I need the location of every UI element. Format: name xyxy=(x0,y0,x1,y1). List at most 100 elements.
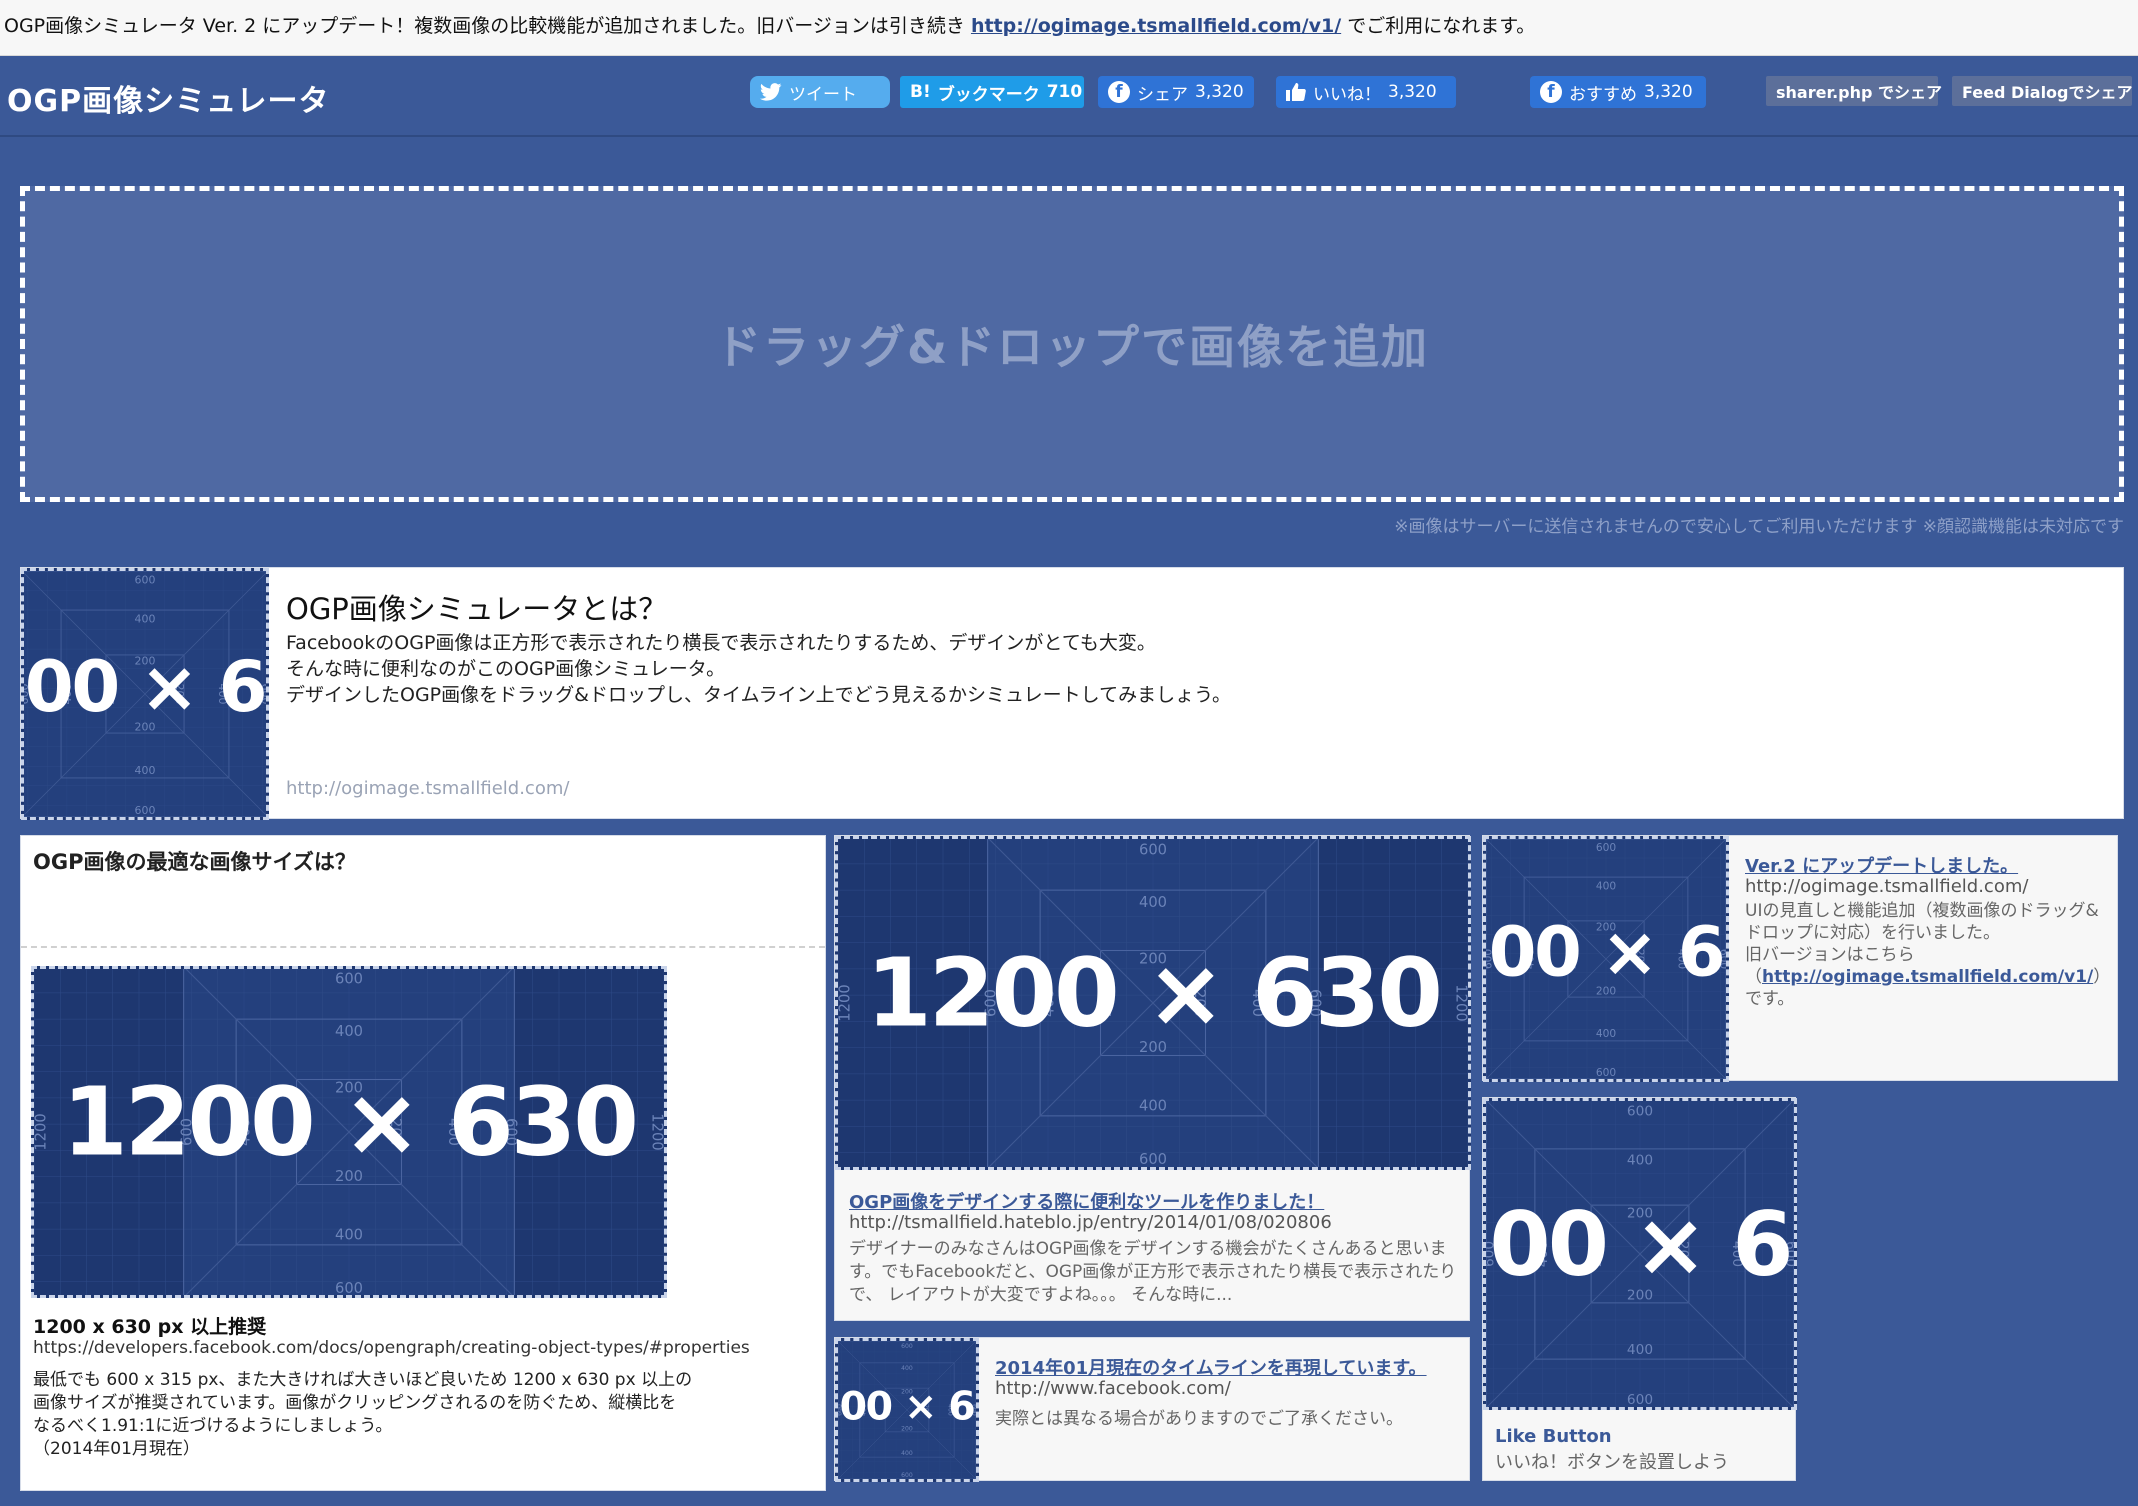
og-image-tick-label: 400 xyxy=(135,764,156,777)
share-count: 3,320 xyxy=(1195,82,1244,102)
facebook-icon: f xyxy=(1540,81,1562,103)
post-description: デザイナーのみなさんはOGP画像をデザインする機会がたくさんあると思います。でも… xyxy=(849,1239,1457,1305)
og-image-tick-label: 1200 xyxy=(34,1113,50,1150)
facebook-icon: f xyxy=(1108,81,1130,103)
size-card: OGP画像の最適な画像サイズは？ 600 400 200 200 400 600 200 20… xyxy=(20,835,826,1491)
og-image-tick-label: 600 xyxy=(1139,841,1167,858)
feed-dialog-button[interactable]: Feed Dialogでシェア xyxy=(1952,76,2133,106)
og-image-tick-label: 1200 xyxy=(838,984,854,1021)
og-image-tick-label: 1200 xyxy=(1452,984,1468,1021)
og-image-tick-label: 400 xyxy=(1596,1027,1617,1040)
tweet-label: ツイート xyxy=(789,84,857,105)
facebook-share-button[interactable]: f シェア 3,320 xyxy=(1098,76,1254,108)
og-image-tick-label: 600 xyxy=(335,1280,363,1295)
timeline-post-large: 600 400 200 200 400 600 200 200 400 400 600 600 1200… xyxy=(834,835,1471,1321)
intro-url: http://ogimage.tsmallfield.com/ xyxy=(286,778,570,799)
og-image-tick-label: 400 xyxy=(901,1365,913,1372)
notice-text: OGP画像シミュレータ Ver. 2 にアップデート！複数画像の比較機能が追加さ… xyxy=(4,15,971,37)
og-image-thumbnail: 6004002002004006002002004004006006001200… xyxy=(835,1338,979,1482)
recommend-count: 3,320 xyxy=(1644,82,1693,102)
size-desc-text: 最低でも 600 x 315 px、また大きければ大きいほど良いため 1200 … xyxy=(33,1370,693,1436)
timeline-post-medium: 6004002002004006002002004004006006001200… xyxy=(1482,835,2118,1082)
facebook-like-button[interactable]: いいね！ 3,320 xyxy=(1276,76,1456,108)
timeline-post-small: 6004002002004006002002004004006006001200… xyxy=(834,1337,1470,1482)
update-notice: OGP画像シミュレータ Ver. 2 にアップデート！複数画像の比較機能が追加さ… xyxy=(0,0,2138,56)
notice-suffix: でご利用になれます。 xyxy=(1341,15,1536,37)
og-image-tick-label: 400 xyxy=(1627,1342,1653,1358)
og-image-placeholder: 6004002002004006002002004004006006001200… xyxy=(838,1341,976,1479)
post-url: http://ogimage.tsmallfield.com/ xyxy=(1745,876,2029,897)
post-url: http://www.facebook.com/ xyxy=(995,1378,1231,1399)
og-image-tick-label: 600 xyxy=(1596,841,1617,854)
og-image-tick-label: 600 xyxy=(1596,1066,1617,1079)
hatena-bookmark-button[interactable]: B! ブックマーク 710 xyxy=(900,76,1084,108)
og-image-tick-label: 600 xyxy=(901,1343,913,1350)
post-title-link[interactable]: OGP画像をデザインする際に便利なツールを作りました！ xyxy=(849,1188,1324,1214)
tweet-button[interactable]: ツイート xyxy=(750,76,890,108)
divider xyxy=(21,946,825,948)
drop-zone-label: ドラッグ&ドロップで画像を追加 xyxy=(714,320,1430,374)
og-image-tick-label: 400 xyxy=(1139,894,1167,911)
size-date: （2014年01月現在） xyxy=(33,1439,200,1459)
og-image-placeholder: 6004002002004006002002004004006006001200… xyxy=(838,839,1468,1167)
like-count: 3,320 xyxy=(1388,82,1437,102)
post-desc-text: UIの見直しと機能追加（複数画像のドラッグ&ドロップに対応）を行いました。 xyxy=(1745,901,2099,943)
size-reference-url[interactable]: https://developers.facebook.com/docs/ope… xyxy=(33,1338,750,1358)
post-desc-old: 旧バージョンはこちら xyxy=(1745,945,1915,965)
site-header: OGP画像シミュレータ ツイート B! ブックマーク 710 f シェア 3,3… xyxy=(0,56,2138,137)
og-image-size-label: 1200 × 630 xyxy=(24,646,266,728)
og-image-tick-label: 600 xyxy=(135,804,156,817)
twitter-bird-icon xyxy=(760,83,782,101)
og-image-tick-label: 400 xyxy=(1627,1153,1653,1169)
intro-card: 6004002002004006002002004004006006001200… xyxy=(20,567,2124,820)
like-label: いいね！ xyxy=(1313,84,1381,105)
og-image-thumbnail: 6004002002004006002002004004006006001200… xyxy=(1483,1098,1797,1410)
og-image-thumbnail: 6004002002004006002002004004006006001200… xyxy=(835,836,1471,1170)
intro-line-2: そんな時に便利なのがこのOGP画像シミュレータ。 xyxy=(286,658,726,680)
og-image-placeholder: 6004002002004006002002004004006006001200… xyxy=(1486,839,1726,1079)
hatena-count: 710 xyxy=(1046,82,1083,102)
v1-link[interactable]: http://ogimage.tsmallfield.com/v1/ xyxy=(1762,967,2093,987)
size-card-title: OGP画像の最適な画像サイズは？ xyxy=(33,850,356,874)
intro-title: OGP画像シミュレータとは？ xyxy=(286,592,668,626)
post-description: 実際とは異なる場合がありますのでご了承ください。 xyxy=(995,1409,1403,1429)
v1-link[interactable]: http://ogimage.tsmallfield.com/v1/ xyxy=(971,15,1341,37)
site-logo[interactable]: OGP画像シミュレータ xyxy=(7,76,330,120)
og-image-tick-label: 600 xyxy=(335,970,363,987)
facebook-recommend-button[interactable]: f おすすめ 3,320 xyxy=(1530,76,1706,108)
post-title-link[interactable]: Ver.2 にアップデートしました。 xyxy=(1745,852,2018,878)
intro-line-1: FacebookのOGP画像は正方形で表示されたり横長で表示されたりするため、デ… xyxy=(286,632,1156,654)
og-image-size-label: 1200 × 630 xyxy=(1486,1193,1794,1296)
og-image-tick-label: 400 xyxy=(1139,1098,1167,1115)
privacy-note: ※画像はサーバーに送信されませんので安心してご利用いただけます ※顔認識機能は未… xyxy=(1394,517,2124,537)
post-description: UIの見直しと機能追加（複数画像のドラッグ&ドロップに対応）を行いました。 旧バ… xyxy=(1745,901,2111,1009)
og-image-tick-label: 1200 xyxy=(648,1113,664,1150)
post-title-link[interactable]: 2014年01月現在のタイムラインを再現しています。 xyxy=(995,1354,1427,1380)
og-image-placeholder: 6004002002004006002002004004006006001200… xyxy=(24,571,266,817)
like-button-card: 6004002002004006002002004004006006001200… xyxy=(1482,1097,1797,1481)
hatena-b-icon: B! xyxy=(910,82,931,102)
hatena-label: ブックマーク xyxy=(937,84,1040,105)
og-image-tick-label: 600 xyxy=(1627,1104,1653,1120)
og-image-tick-label: 600 xyxy=(1139,1151,1167,1167)
og-image-thumbnail: 6004002002004006002002004004006006001200… xyxy=(1483,836,1729,1082)
og-image-tick-label: 400 xyxy=(335,1227,363,1244)
og-image-tick-label: 600 xyxy=(1627,1392,1653,1407)
og-image-tick-label: 400 xyxy=(901,1450,913,1457)
sharer-php-button[interactable]: sharer.php でシェア xyxy=(1766,76,1942,106)
og-image-tick-label: 600 xyxy=(901,1472,913,1479)
post-desc-end: です。 xyxy=(1745,989,1795,1009)
post-url: http://tsmallfield.hateblo.jp/entry/2014… xyxy=(849,1212,1332,1233)
post-title-link[interactable]: Like Button xyxy=(1495,1426,1612,1447)
og-image-tick-label: 400 xyxy=(1596,879,1617,892)
recommend-label: おすすめ xyxy=(1569,84,1637,105)
og-image-tick-label: 400 xyxy=(335,1023,363,1040)
og-image-tick-label: 400 xyxy=(135,613,156,626)
size-description: 最低でも 600 x 315 px、また大きければ大きいほど良いため 1200 … xyxy=(33,1369,693,1461)
og-image-tick-label: 600 xyxy=(135,573,156,586)
og-image-size-label: 1200 × 630 xyxy=(866,939,1440,1049)
og-image-size-label: 1200 × 630 xyxy=(838,1383,976,1429)
size-heading: 1200 x 630 px 以上推奨 xyxy=(33,1316,267,1338)
share-label: シェア xyxy=(1137,84,1188,105)
image-drop-zone[interactable]: ドラッグ&ドロップで画像を追加 xyxy=(20,186,2124,502)
